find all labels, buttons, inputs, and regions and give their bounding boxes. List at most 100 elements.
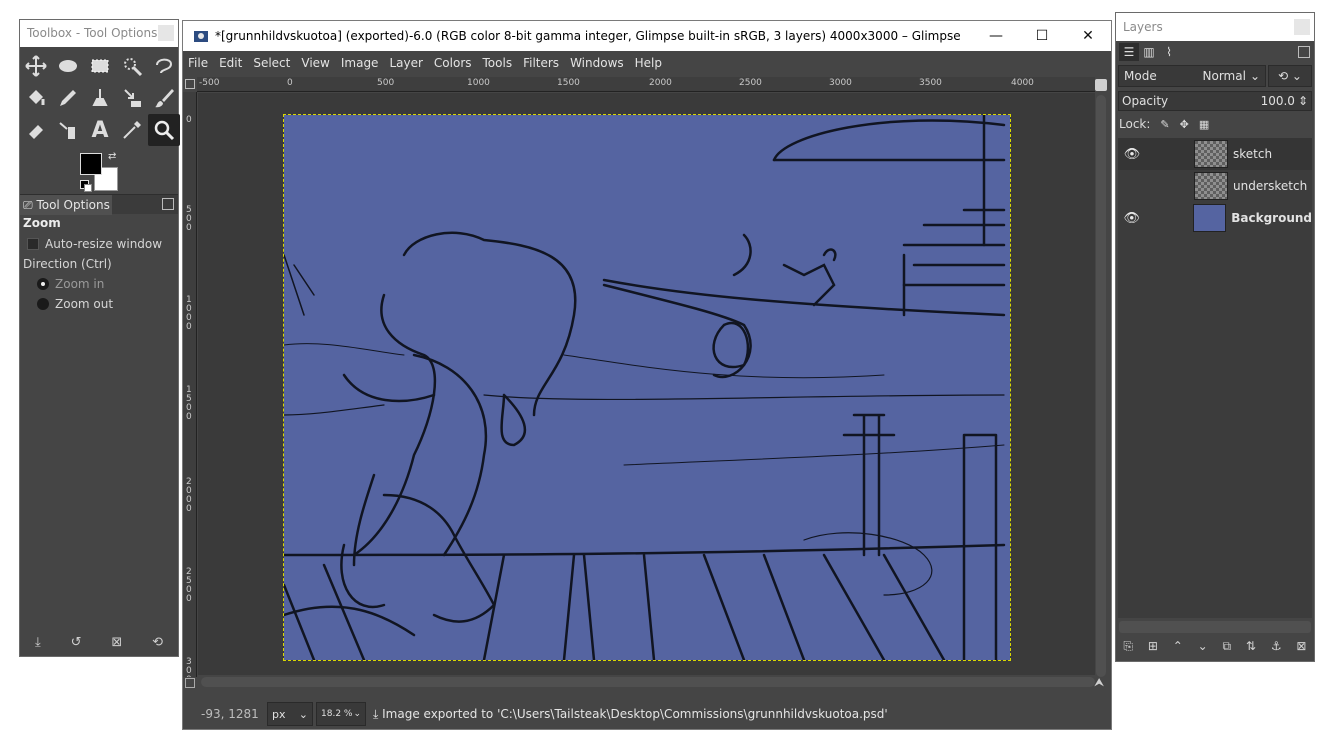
toolbox-bottom-bar: ⤓ ↺ ⊠ ⟲ — [20, 628, 178, 656]
menu-layer[interactable]: Layer — [389, 56, 422, 70]
visibility-eye-icon[interactable]: 👁 — [1118, 147, 1146, 162]
spinner-icon[interactable]: ⇕ — [1298, 94, 1308, 108]
chevron-down-icon: ⌄ — [1249, 69, 1260, 83]
menu-view[interactable]: View — [301, 56, 329, 70]
paintbrush-icon[interactable] — [148, 82, 180, 114]
menu-colors[interactable]: Colors — [434, 56, 472, 70]
tool-grid: A — [20, 50, 180, 146]
vruler-label: 3000 — [186, 657, 192, 678]
layers-titlebar[interactable]: Layers — [1116, 13, 1314, 41]
vertical-scrollbar[interactable] — [1096, 95, 1106, 677]
pencil-icon[interactable] — [52, 82, 84, 114]
horizontal-ruler[interactable]: -500 0 500 1000 1500 2000 2500 3000 3500… — [197, 77, 1095, 92]
lock-alpha-icon[interactable]: ▦ — [1199, 118, 1209, 131]
zoom-in-radio[interactable] — [37, 278, 49, 290]
bucket-fill-icon[interactable] — [20, 82, 52, 114]
menu-help[interactable]: Help — [635, 56, 662, 70]
dock-tabs: ☰ ▥ ⌇ — [1116, 41, 1314, 63]
raise-layer-icon[interactable]: ⌃ — [1173, 639, 1183, 653]
menu-tools[interactable]: Tools — [483, 56, 513, 70]
quick-mask-toggle[interactable] — [185, 678, 195, 688]
channels-icon: ▥ — [1143, 45, 1155, 59]
menu-windows[interactable]: Windows — [570, 56, 624, 70]
anchor-layer-icon[interactable]: ⚓ — [1271, 639, 1282, 653]
unit-select[interactable]: px ⌄ — [267, 702, 313, 726]
tab-layers[interactable]: ☰ — [1119, 43, 1139, 61]
image-window-titlebar[interactable]: *[grunnhildvskuotoa] (exported)-6.0 (RGB… — [183, 21, 1111, 51]
tab-menu-icon[interactable] — [162, 198, 174, 210]
tab-channels[interactable]: ▥ — [1139, 43, 1159, 61]
delete-options-icon[interactable]: ⊠ — [111, 635, 122, 650]
duplicate-layer-icon[interactable]: ⧉ — [1223, 639, 1232, 654]
auto-resize-option[interactable]: Auto-resize window — [23, 234, 175, 254]
zoom-select[interactable]: 18.2 % ⌄ — [316, 702, 366, 726]
zoom-out-radio[interactable] — [37, 298, 49, 310]
reset-colors-icon[interactable] — [80, 180, 92, 192]
mode-label: Mode — [1124, 69, 1157, 83]
close-button[interactable]: ✕ — [1065, 21, 1111, 51]
layers-close-button[interactable] — [1294, 19, 1310, 35]
lower-layer-icon[interactable]: ⌄ — [1198, 639, 1208, 653]
color-picker-icon[interactable] — [116, 114, 148, 146]
menu-filters[interactable]: Filters — [523, 56, 559, 70]
navigate-icon[interactable]: ⮝ — [1094, 675, 1108, 689]
new-layer-group-icon[interactable]: ⊞ — [1148, 639, 1158, 653]
menu-edit[interactable]: Edit — [219, 56, 242, 70]
swap-colors-icon[interactable]: ⇄ — [108, 151, 116, 162]
airbrush-icon[interactable] — [52, 114, 84, 146]
mode-select[interactable]: Mode Normal ⌄ — [1118, 65, 1266, 87]
image-canvas[interactable] — [282, 113, 1011, 662]
layer-row[interactable]: undersketch — [1118, 170, 1312, 202]
rect-select-icon[interactable] — [84, 50, 116, 82]
layer-row[interactable]: 👁 sketch — [1118, 138, 1312, 170]
opacity-slider[interactable]: Opacity 100.0 ⇕ — [1118, 91, 1312, 111]
tab-paths[interactable]: ⌇ — [1159, 43, 1179, 61]
layer-row[interactable]: 👁 Background — [1118, 202, 1312, 234]
blend-space-select[interactable]: ⟲ ⌄ — [1268, 65, 1312, 87]
toolbox-titlebar[interactable]: Toolbox - Tool Options — [20, 20, 178, 47]
vruler-label: 2000 — [186, 477, 192, 514]
minimize-button[interactable]: — — [973, 21, 1019, 51]
text-tool-icon[interactable]: A — [84, 114, 116, 146]
canvas-viewport[interactable] — [198, 93, 1095, 675]
visibility-eye-icon[interactable]: 👁 — [1118, 211, 1146, 226]
lock-position-icon[interactable]: ✥ — [1180, 118, 1189, 131]
restore-options-icon[interactable]: ↺ — [71, 635, 82, 650]
save-options-icon[interactable]: ⤓ — [35, 635, 41, 650]
zoom-in-option[interactable]: Zoom in — [23, 274, 175, 294]
layer-list: 👁 sketch undersketch 👁 Background — [1118, 138, 1312, 618]
merge-layer-icon[interactable]: ⇅ — [1246, 639, 1256, 653]
layers-horizontal-scrollbar[interactable] — [1119, 621, 1311, 633]
horizontal-scrollbar[interactable] — [201, 677, 1095, 687]
zoom-tool-icon[interactable] — [148, 114, 180, 146]
lock-pixels-icon[interactable]: ✎ — [1160, 118, 1169, 131]
toolbox-title: Toolbox - Tool Options — [27, 26, 158, 40]
reset-icon: ⟲ ⌄ — [1278, 69, 1302, 83]
menu-file[interactable]: File — [188, 56, 208, 70]
menu-select[interactable]: Select — [253, 56, 290, 70]
canvas-menu-button[interactable] — [185, 79, 195, 89]
clone-icon[interactable] — [84, 82, 116, 114]
zoom-out-option[interactable]: Zoom out — [23, 294, 175, 314]
foreground-color-swatch[interactable] — [80, 153, 102, 175]
color-area: ⇄ — [20, 146, 178, 194]
toolbox-close-button[interactable] — [158, 25, 174, 41]
auto-resize-checkbox[interactable] — [27, 238, 39, 250]
free-select-icon[interactable] — [148, 50, 180, 82]
menu-image[interactable]: Image — [341, 56, 379, 70]
vertical-ruler[interactable]: 0 500 1000 1500 2000 2500 3000 — [183, 92, 197, 677]
eraser-icon[interactable] — [20, 114, 52, 146]
fuzzy-select-icon[interactable] — [116, 50, 148, 82]
tab-tool-options[interactable]: ⎚ Tool Options — [20, 195, 112, 215]
dock-menu-icon[interactable] — [1298, 46, 1310, 58]
zoom-image-when-window-resized-icon[interactable] — [1095, 79, 1107, 91]
ellipse-select-icon[interactable] — [52, 50, 84, 82]
transform-icon[interactable] — [116, 82, 148, 114]
layers-title: Layers — [1123, 20, 1163, 34]
maximize-button[interactable]: ☐ — [1019, 21, 1065, 51]
layers-icon: ☰ — [1123, 45, 1135, 59]
new-layer-icon[interactable]: ⎘ — [1123, 639, 1133, 654]
reset-options-icon[interactable]: ⟲ — [152, 635, 163, 650]
move-tool-icon[interactable] — [20, 50, 52, 82]
delete-layer-icon[interactable]: ⊠ — [1296, 639, 1306, 653]
